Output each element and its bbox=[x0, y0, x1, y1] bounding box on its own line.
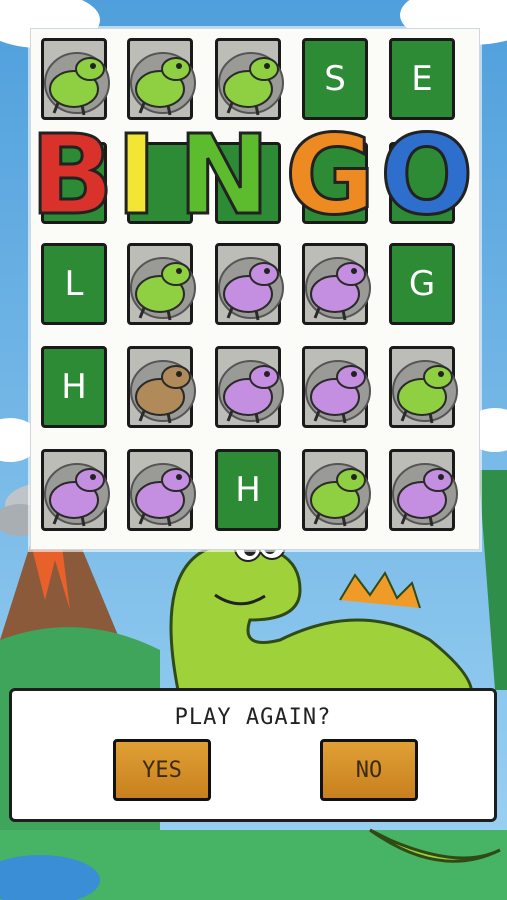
bingo-cell-marked[interactable] bbox=[389, 346, 458, 428]
bingo-cell[interactable]: S bbox=[302, 38, 368, 120]
bingo-cell[interactable]: E bbox=[389, 38, 455, 120]
purple-triceratops-icon bbox=[218, 360, 284, 424]
bingo-letter-n: N bbox=[178, 111, 270, 230]
green-trex-icon bbox=[392, 360, 458, 424]
purple-triceratops-icon bbox=[44, 463, 110, 527]
game-scene: S E L G H H B I N G O PLAY AGAIN? YES NO bbox=[0, 0, 507, 900]
cell-letter: H bbox=[61, 367, 87, 407]
bingo-cell[interactable]: L bbox=[41, 243, 107, 325]
play-again-question: PLAY AGAIN? bbox=[174, 705, 332, 730]
cell-letter: S bbox=[324, 59, 346, 99]
bingo-letter-i: I bbox=[116, 111, 157, 230]
cell-letter: L bbox=[64, 264, 84, 304]
bingo-cell-marked[interactable] bbox=[302, 449, 371, 531]
bingo-cell-marked[interactable] bbox=[215, 38, 284, 120]
bingo-title: B I N G O bbox=[30, 110, 475, 230]
bingo-letter-o: O bbox=[380, 111, 474, 230]
bingo-cell-marked[interactable] bbox=[215, 243, 284, 325]
play-again-dialog: PLAY AGAIN? YES NO bbox=[9, 688, 497, 822]
purple-ptero-icon bbox=[218, 257, 284, 321]
bingo-cell[interactable]: H bbox=[41, 346, 107, 428]
yes-button[interactable]: YES bbox=[113, 739, 211, 801]
cell-letter: E bbox=[411, 59, 433, 99]
bingo-cell-marked[interactable] bbox=[215, 346, 284, 428]
purple-triceratops-icon bbox=[130, 463, 196, 527]
bingo-letter-b: B bbox=[30, 111, 114, 230]
bingo-cell-marked[interactable] bbox=[41, 449, 110, 531]
bingo-cell-marked[interactable] bbox=[127, 346, 196, 428]
bingo-letter-g: G bbox=[285, 111, 375, 230]
purple-triceratops-icon bbox=[392, 463, 458, 527]
bingo-cell-marked[interactable] bbox=[302, 346, 371, 428]
bingo-cell-marked[interactable] bbox=[127, 449, 196, 531]
cell-letter: G bbox=[408, 264, 436, 304]
no-button[interactable]: NO bbox=[320, 739, 418, 801]
green-dino-icon bbox=[305, 463, 371, 527]
purple-ptero-icon bbox=[305, 360, 371, 424]
bingo-cell[interactable]: H bbox=[215, 449, 281, 531]
bingo-cell-marked[interactable] bbox=[389, 449, 458, 531]
bingo-cell-marked[interactable] bbox=[127, 38, 196, 120]
bingo-cell[interactable]: G bbox=[389, 243, 455, 325]
brown-trex-icon bbox=[130, 360, 196, 424]
cell-letter: H bbox=[235, 470, 261, 510]
green-trex-icon bbox=[130, 257, 196, 321]
bingo-cell-marked[interactable] bbox=[302, 243, 371, 325]
bingo-cell-marked[interactable] bbox=[41, 38, 110, 120]
bingo-cell-marked[interactable] bbox=[127, 243, 196, 325]
purple-triceratops-icon bbox=[305, 257, 371, 321]
